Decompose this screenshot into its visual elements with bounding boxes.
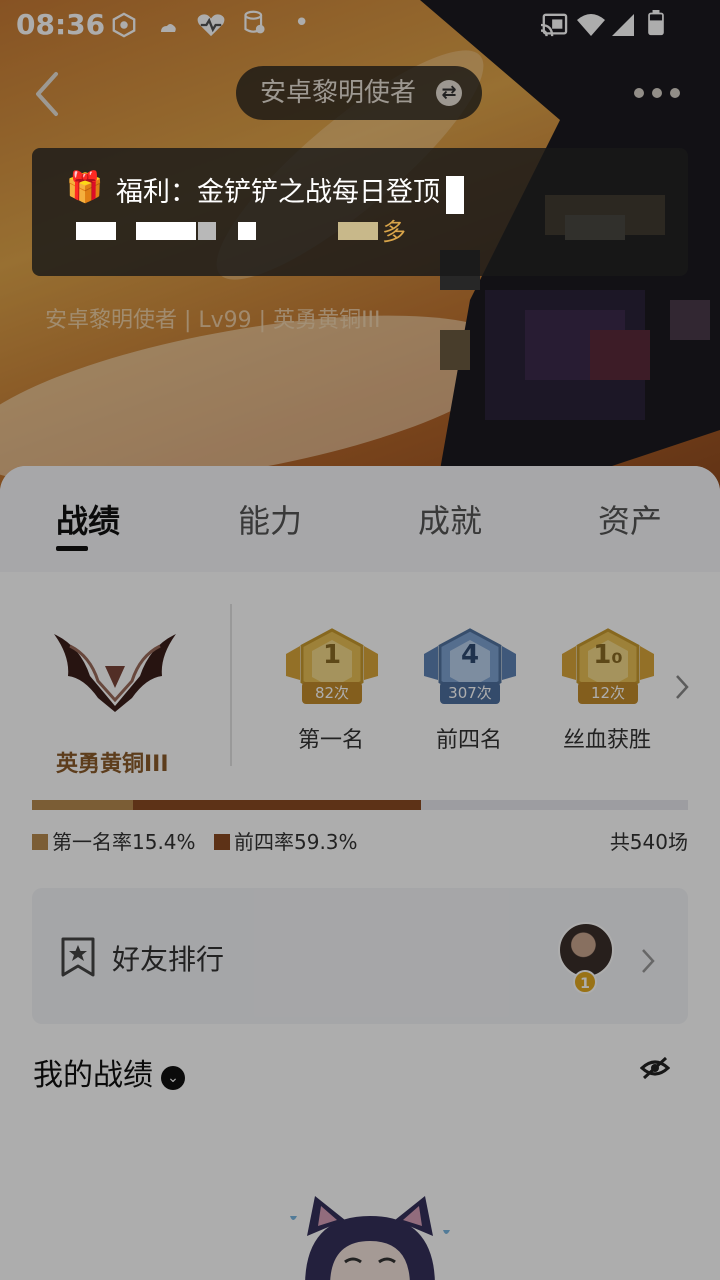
dot-icon [634,88,644,98]
total-games: 共540场 [609,830,688,854]
medal-glyph: 1 [322,640,342,670]
content-sheet: 战绩 能力 成就 资产 英勇黄铜III 1 82次 第一名 4 307次 前四名 [0,466,720,1280]
redacted-block [446,176,464,214]
gift-icon: 🎁 [66,170,104,205]
status-bar: 08:36 • [0,0,720,50]
my-record-title: 我的战绩 [33,1058,153,1093]
cellular-signal-icon [612,14,634,36]
tab-assets[interactable]: 资产 [598,496,662,542]
divider [230,604,232,766]
battery-icon [648,10,664,36]
friend-rank-badge: 1 [573,970,597,994]
bronze-rank-emblem-icon [54,634,176,712]
dot-icon [670,88,680,98]
medal-count: 12次 [578,682,638,704]
wifi-icon [577,14,605,36]
placement-rate-bar [32,800,688,810]
health-pulse-icon [197,14,225,37]
bookmark-star-icon [61,937,95,977]
legend-swatch [214,834,230,850]
hide-eye-icon[interactable] [640,1056,670,1080]
cloud-icon [161,24,176,32]
redacted-block [338,222,378,240]
medal-count: 307次 [440,682,500,704]
tab-achievements[interactable]: 成就 [418,496,482,542]
tab-ability[interactable]: 能力 [238,496,302,542]
active-tab-indicator [56,546,88,551]
toast-title: 福利：金铲铲之战每日登顶 [116,177,440,208]
account-name: 安卓黎明使者 [260,78,417,108]
chevron-right-icon [642,949,655,973]
notification-dot-icon: • [294,8,310,38]
top-four-rate-segment [133,800,421,810]
top-four-rate-legend: 前四率59.3% [214,826,358,855]
redacted-block [238,222,256,240]
more-options-button[interactable] [630,80,680,106]
tab-records[interactable]: 战绩 [56,496,120,542]
medal-label: 丝血获胜 [562,728,651,753]
medal-label: 前四名 [435,728,502,753]
first-rate-segment [32,800,134,810]
first-rate-label: 第一名率15.4% [52,830,196,854]
last-hp-win-medal[interactable]: 1₀ 12次 [562,626,654,716]
welfare-toast[interactable]: 🎁 福利：金铲铲之战每日登顶 多 [32,148,688,276]
redacted-block [198,222,216,240]
toast-more-text: 多 [382,218,406,246]
first-place-medal[interactable]: 1 82次 [286,626,378,716]
my-record-dropdown[interactable]: 我的战绩 ⌄ [33,1050,185,1094]
account-switcher[interactable]: 安卓黎明使者 ⇄ [236,66,482,120]
redacted-block [136,222,196,240]
rank-name: 英勇黄铜III [56,752,169,777]
redacted-block [76,222,116,240]
first-rate-legend: 第一名率15.4% [32,826,196,855]
tab-bar: 战绩 能力 成就 资产 [0,466,720,572]
chevron-down-icon: ⌄ [161,1066,185,1090]
medal-glyph: 4 [460,640,480,670]
medal-glyph: 1₀ [593,640,623,670]
friends-ranking-label: 好友排行 [112,943,225,976]
chevron-right-icon[interactable] [672,672,692,702]
cast-icon [540,13,568,37]
top-four-medal[interactable]: 4 307次 [424,626,516,716]
app-notification-icon [112,12,136,38]
medal-label: 第一名 [297,728,364,753]
empty-state-mascot [290,1196,450,1280]
profile-subline: 安卓黎明使者 | Lv99 | 英勇黄铜III [45,308,381,333]
top-four-rate-label: 前四率59.3% [234,830,358,854]
storage-sync-icon [244,10,265,34]
medal-count: 82次 [302,682,362,704]
back-button[interactable] [30,70,70,118]
legend-swatch [32,834,48,850]
swap-account-icon: ⇄ [436,80,462,106]
dot-icon [652,88,662,98]
status-time: 08:36 [16,8,106,41]
friends-ranking-card[interactable]: 好友排行 1 [32,888,688,1024]
